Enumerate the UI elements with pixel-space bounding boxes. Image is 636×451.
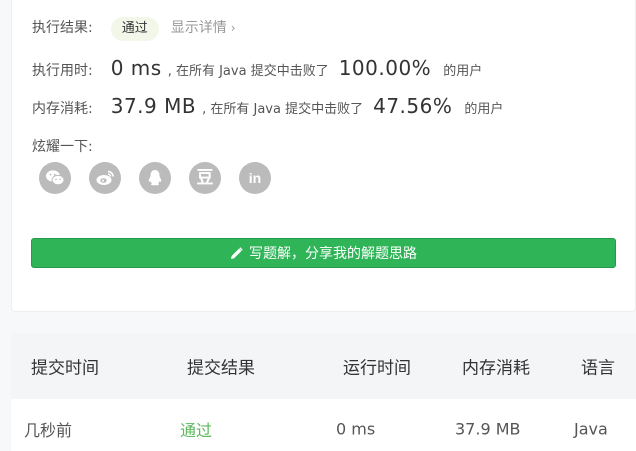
- weibo-icon[interactable]: [89, 162, 121, 194]
- header-memory[interactable]: 内存消耗: [462, 354, 530, 379]
- pencil-icon: [230, 246, 243, 260]
- table-row: 几秒前 通过 0 ms 37.9 MB Java: [11, 399, 636, 451]
- memory-label: 内存消耗:: [32, 101, 93, 117]
- qq-icon[interactable]: [139, 162, 171, 194]
- douban-icon[interactable]: 豆: [189, 162, 221, 194]
- memory-row: 内存消耗: 37.9 MB , 在所有 Java 提交中击败了 47.56% 的…: [32, 94, 503, 118]
- header-language[interactable]: 语言: [581, 354, 615, 379]
- cell-submit-time: 几秒前: [24, 421, 73, 440]
- douban-glyph: 豆: [196, 167, 214, 188]
- result-row: 执行结果: 通过 显示详情 ›: [32, 17, 236, 41]
- write-solution-label: 写题解，分享我的解题思路: [249, 246, 417, 262]
- runtime-value: 0 ms: [110, 56, 162, 80]
- memory-beat-text: , 在所有 Java 提交中击败了: [202, 102, 364, 117]
- memory-users-text: 的用户: [464, 102, 504, 117]
- write-solution-button[interactable]: 写题解，分享我的解题思路: [31, 238, 616, 268]
- memory-value: 37.9 MB: [110, 94, 197, 118]
- show-details-link[interactable]: 显示详情 ›: [171, 17, 236, 37]
- linkedin-glyph: in: [248, 170, 262, 186]
- runtime-row: 执行用时: 0 ms , 在所有 Java 提交中击败了 100.00% 的用户: [32, 56, 482, 80]
- result-label: 执行结果:: [32, 20, 93, 36]
- show-details-text: 显示详情: [170, 20, 227, 36]
- header-submit-time[interactable]: 提交时间: [31, 354, 99, 379]
- runtime-label: 执行用时:: [32, 63, 93, 79]
- cell-language: Java: [574, 419, 608, 439]
- share-label: 炫耀一下:: [32, 139, 93, 155]
- status-badge: 通过: [110, 17, 159, 41]
- header-submit-result[interactable]: 提交结果: [187, 354, 255, 379]
- wechat-icon[interactable]: [39, 162, 71, 194]
- linkedin-icon[interactable]: in: [239, 162, 271, 194]
- cell-memory: 37.9 MB: [455, 419, 521, 439]
- header-runtime[interactable]: 运行时间: [343, 354, 411, 379]
- chevron-right-icon: ›: [230, 21, 236, 35]
- cell-submit-result[interactable]: 通过: [180, 417, 212, 441]
- runtime-beat-text: , 在所有 Java 提交中击败了: [167, 64, 329, 79]
- runtime-users-text: 的用户: [443, 64, 483, 79]
- memory-percent: 47.56%: [373, 94, 453, 118]
- runtime-percent: 100.00%: [338, 56, 432, 80]
- cell-runtime: 0 ms: [336, 419, 376, 439]
- submission-table: 提交时间 提交结果 运行时间 内存消耗 语言 几秒前 通过 0 ms 37.9 …: [11, 333, 636, 451]
- table-header: 提交时间 提交结果 运行时间 内存消耗 语言: [11, 333, 636, 399]
- share-row: 炫耀一下:: [32, 136, 93, 156]
- share-icons: 豆 in: [39, 162, 271, 194]
